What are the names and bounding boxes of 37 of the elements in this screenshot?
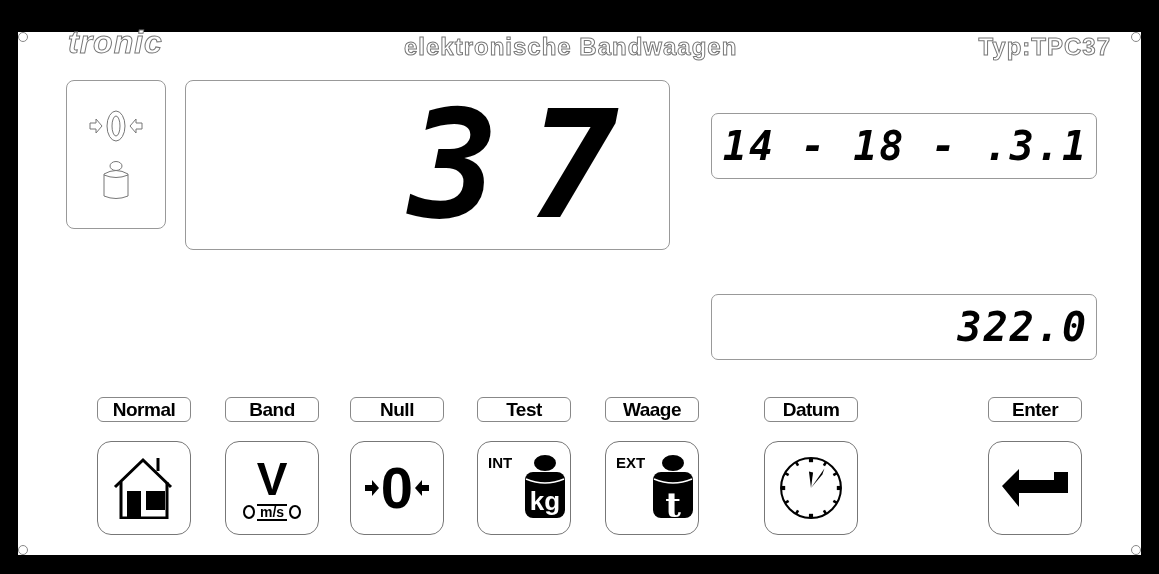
- display-reading: 14 - 18 - .3.1: [722, 126, 1088, 166]
- model-label: Typ:TPC37: [978, 35, 1111, 59]
- weight-indicator-icon: [102, 159, 130, 200]
- zero-symbol: 0: [380, 459, 414, 517]
- display-reading: 322.0: [957, 307, 1088, 347]
- key-button[interactable]: EXT t: [605, 441, 699, 535]
- unit-label: kg: [528, 488, 562, 514]
- unit-label: t: [664, 488, 682, 522]
- weight-tag: EXT: [616, 454, 646, 471]
- key-label: Normal: [97, 397, 191, 422]
- key-label: Waage: [605, 397, 699, 422]
- enter-arrow-icon: [1002, 469, 1068, 507]
- key-label: Test: [477, 397, 571, 422]
- weight-icon: [524, 455, 566, 521]
- key-label: Enter: [988, 397, 1082, 422]
- key-button[interactable]: [988, 441, 1082, 535]
- roller-icon: [242, 505, 255, 519]
- arrow-icon: [415, 480, 430, 496]
- key-button[interactable]: 0: [350, 441, 444, 535]
- weight-icon: [652, 455, 694, 521]
- weight-tag: INT: [488, 454, 513, 471]
- speed-symbol: V: [256, 455, 288, 502]
- weight-reading: 37: [408, 90, 649, 240]
- key-label: Datum: [764, 397, 858, 422]
- key-label: Band: [225, 397, 319, 422]
- key-button[interactable]: [97, 441, 191, 535]
- brand-logo: tronic: [68, 26, 163, 58]
- arrow-icon: [364, 480, 379, 496]
- key-label: Null: [350, 397, 444, 422]
- zero-indicator-icon: [89, 109, 143, 142]
- key-button[interactable]: [764, 441, 858, 535]
- unit-label: m/s: [256, 503, 288, 521]
- key-button[interactable]: V m/s: [225, 441, 319, 535]
- key-button[interactable]: INT kg: [477, 441, 571, 535]
- roller-icon: [289, 505, 302, 519]
- clock-icon: [779, 456, 843, 520]
- panel-title: elektronische Bandwaagen: [403, 35, 738, 59]
